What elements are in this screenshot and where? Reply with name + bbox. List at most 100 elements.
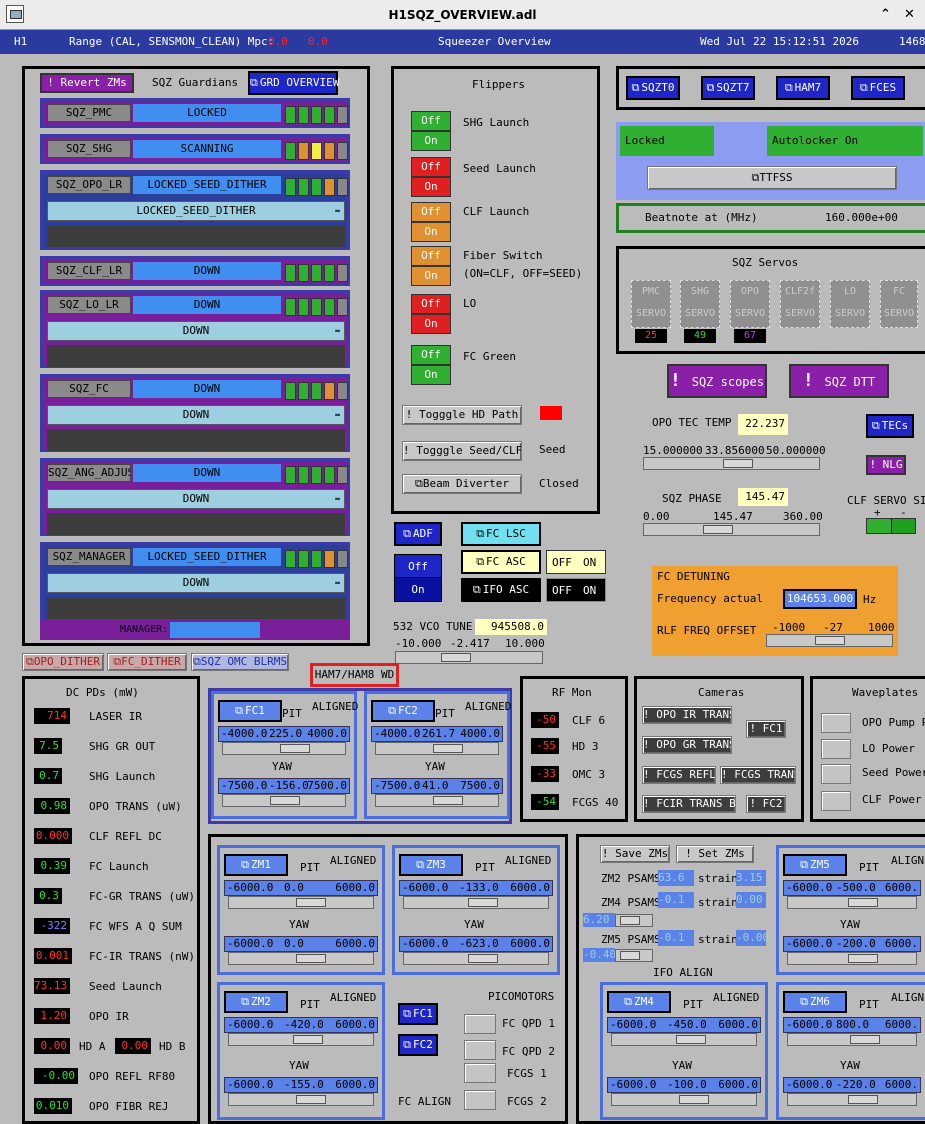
ttfss-button[interactable]: ⧉TTFSS bbox=[647, 166, 897, 190]
zm1-button[interactable]: ZM1 bbox=[224, 854, 288, 876]
pit-slider[interactable] bbox=[228, 896, 374, 909]
guardian-request-select[interactable]: DOWN bbox=[47, 405, 345, 425]
opo-gr-trans-camera-button[interactable]: ! OPO GR TRANS bbox=[642, 736, 732, 754]
fc2-button[interactable]: FC2 bbox=[371, 700, 435, 722]
guardian-request-select[interactable]: LOCKED_SEED_DITHER bbox=[47, 201, 345, 221]
ham7-button[interactable]: HAM7 bbox=[776, 76, 830, 100]
guardian-name-button[interactable]: SQZ_SHG bbox=[47, 140, 131, 158]
sqz-phase-slider[interactable] bbox=[643, 523, 820, 536]
sqzt0-button[interactable]: SQZT0 bbox=[626, 76, 680, 100]
grd-overview-button[interactable]: GRD OVERVIEW bbox=[248, 71, 339, 95]
zm5-button[interactable]: ZM5 bbox=[783, 854, 847, 876]
yaw-slider[interactable] bbox=[787, 1093, 917, 1106]
guardian-name-button[interactable]: SQZ_OPO_LR bbox=[47, 176, 131, 194]
opo-ir-trans-camera-button[interactable]: ! OPO IR TRANS bbox=[642, 706, 732, 724]
zm3-button[interactable]: ZM3 bbox=[399, 854, 463, 876]
ham-wd-indicator[interactable]: HAM7/HAM8 WD bbox=[310, 663, 399, 687]
seed-power-waveplate-button[interactable] bbox=[821, 764, 851, 784]
pit-slider[interactable] bbox=[611, 1033, 757, 1046]
rlf-offset-slider[interactable] bbox=[766, 634, 893, 647]
guardian-request-select[interactable]: DOWN bbox=[47, 489, 345, 509]
beam-diverter-button[interactable]: ⧉Beam Diverter bbox=[402, 474, 522, 494]
guardian-name-button[interactable]: SQZ_ANG_ADJUST bbox=[47, 464, 131, 482]
clf-power-waveplate-button[interactable] bbox=[821, 791, 851, 811]
revert-zms-button[interactable]: ! Revert ZMs bbox=[40, 73, 134, 93]
guardian-name-button[interactable]: SQZ_CLF_LR bbox=[47, 262, 131, 280]
sqz-scopes-button[interactable]: ! SQZ scopes bbox=[667, 364, 767, 398]
adf-button[interactable]: ADF bbox=[394, 522, 442, 546]
fc-lsc-button[interactable]: FC LSC bbox=[461, 522, 541, 546]
chevron-up-icon[interactable]: ⌃ bbox=[880, 7, 891, 22]
fc-asc-onoff[interactable]: OFF ON bbox=[546, 550, 606, 574]
fc2-camera-button[interactable]: ! FC2 bbox=[746, 795, 786, 813]
yaw-slider[interactable] bbox=[611, 1093, 757, 1106]
yaw-slider[interactable] bbox=[375, 794, 499, 807]
fcgs2-pico-button[interactable] bbox=[464, 1090, 496, 1110]
opo-pump-waveplate-button[interactable] bbox=[821, 713, 851, 733]
yaw-slider[interactable] bbox=[222, 794, 346, 807]
clf-launch-flipper[interactable]: Off On bbox=[411, 202, 451, 242]
save-zms-button[interactable]: ! Save ZMs bbox=[600, 845, 670, 863]
ifo-asc-onoff[interactable]: OFF ON bbox=[546, 578, 606, 602]
adf-onoff[interactable]: Off On bbox=[394, 554, 442, 602]
close-icon[interactable]: ✕ bbox=[904, 7, 915, 22]
yaw-slider[interactable] bbox=[228, 1093, 374, 1106]
seed-launch-flipper[interactable]: Off On bbox=[411, 157, 451, 197]
opo-dither-button[interactable]: ⧉OPO_DITHER bbox=[22, 653, 104, 671]
shg-servo-button[interactable]: SHG SERVO bbox=[680, 280, 720, 328]
tecs-button[interactable]: TECs bbox=[866, 414, 914, 438]
fiber-switch-flipper[interactable]: Off On bbox=[411, 246, 451, 286]
pit-slider[interactable] bbox=[375, 742, 499, 755]
vco-tune-slider[interactable] bbox=[395, 651, 543, 664]
fc-qpd1-pico-button[interactable] bbox=[464, 1014, 496, 1034]
set-zms-button[interactable]: ! Set ZMs bbox=[676, 845, 754, 863]
zm2-button[interactable]: ZM2 bbox=[224, 991, 288, 1013]
fc-green-flipper[interactable]: Off On bbox=[411, 345, 451, 385]
yaw-slider[interactable] bbox=[787, 952, 917, 965]
fcir-trans-camera-button[interactable]: ! FCIR TRANS B bbox=[642, 795, 736, 813]
fcgs1-pico-button[interactable] bbox=[464, 1063, 496, 1083]
fc1-button[interactable]: FC1 bbox=[218, 700, 282, 722]
ifo-asc-button[interactable]: IFO ASC bbox=[461, 578, 541, 602]
pit-slider[interactable] bbox=[222, 742, 346, 755]
pit-slider[interactable] bbox=[787, 896, 917, 909]
fc-asc-button[interactable]: FC ASC bbox=[461, 550, 541, 574]
guardian-name-button[interactable]: SQZ_MANAGER bbox=[47, 548, 131, 566]
guardian-name-button[interactable]: SQZ_LO_LR bbox=[47, 296, 131, 314]
sqzt7-button[interactable]: SQZT7 bbox=[701, 76, 755, 100]
yaw-slider[interactable] bbox=[228, 952, 374, 965]
zm6-button[interactable]: ZM6 bbox=[783, 991, 847, 1013]
fc-servo-button[interactable]: FC SERVO bbox=[880, 280, 918, 328]
yaw-slider[interactable] bbox=[403, 952, 549, 965]
sqz-omc-blrms-button[interactable]: ⧉SQZ OMC BLRMS bbox=[191, 653, 289, 671]
zm5-psams-slider[interactable] bbox=[615, 949, 653, 962]
fc-qpd2-pico-button[interactable] bbox=[464, 1040, 496, 1060]
pico-fc2-button[interactable]: FC2 bbox=[398, 1034, 438, 1056]
pico-fc1-button[interactable]: FC1 bbox=[398, 1003, 438, 1025]
clf-servo-sig-toggle[interactable] bbox=[866, 518, 916, 534]
sqz-dtt-button[interactable]: ! SQZ DTT bbox=[789, 364, 889, 398]
fc-dither-button[interactable]: ⧉FC_DITHER bbox=[107, 653, 187, 671]
opo-tec-slider[interactable] bbox=[643, 457, 820, 470]
zm4-psams-slider[interactable] bbox=[615, 914, 653, 927]
zm4-button[interactable]: ZM4 bbox=[607, 991, 671, 1013]
fcgs-trans-camera-button[interactable]: ! FCGS TRANS bbox=[720, 766, 796, 784]
nlg-button[interactable]: ! NLG bbox=[866, 455, 906, 475]
opo-servo-button[interactable]: OPO SERVO bbox=[730, 280, 770, 328]
pmc-servo-button[interactable]: PMC SERVO bbox=[631, 280, 671, 328]
guardian-request-select[interactable]: DOWN bbox=[47, 321, 345, 341]
shg-launch-flipper[interactable]: Off On bbox=[411, 111, 451, 151]
guardian-request-select[interactable]: DOWN bbox=[47, 573, 345, 593]
guardian-name-button[interactable]: SQZ_FC bbox=[47, 380, 131, 398]
toggle-hd-path-button[interactable]: ! Togggle HD Path bbox=[402, 405, 522, 425]
guardian-name-button[interactable]: SQZ_PMC bbox=[47, 104, 131, 122]
pit-slider[interactable] bbox=[403, 896, 549, 909]
pit-slider[interactable] bbox=[228, 1033, 374, 1046]
clf2f-servo-button[interactable]: CLF2f SERVO bbox=[780, 280, 820, 328]
fcgs-refl-camera-button[interactable]: ! FCGS REFL bbox=[642, 766, 716, 784]
fc1-camera-button[interactable]: ! FC1 bbox=[746, 720, 786, 738]
freq-actual-value[interactable]: 104653.000 bbox=[783, 589, 857, 609]
toggle-seed-clf-button[interactable]: ! Togggle Seed/CLF bbox=[402, 441, 522, 461]
lo-servo-button[interactable]: LO SERVO bbox=[830, 280, 870, 328]
fces-button[interactable]: FCES bbox=[851, 76, 905, 100]
